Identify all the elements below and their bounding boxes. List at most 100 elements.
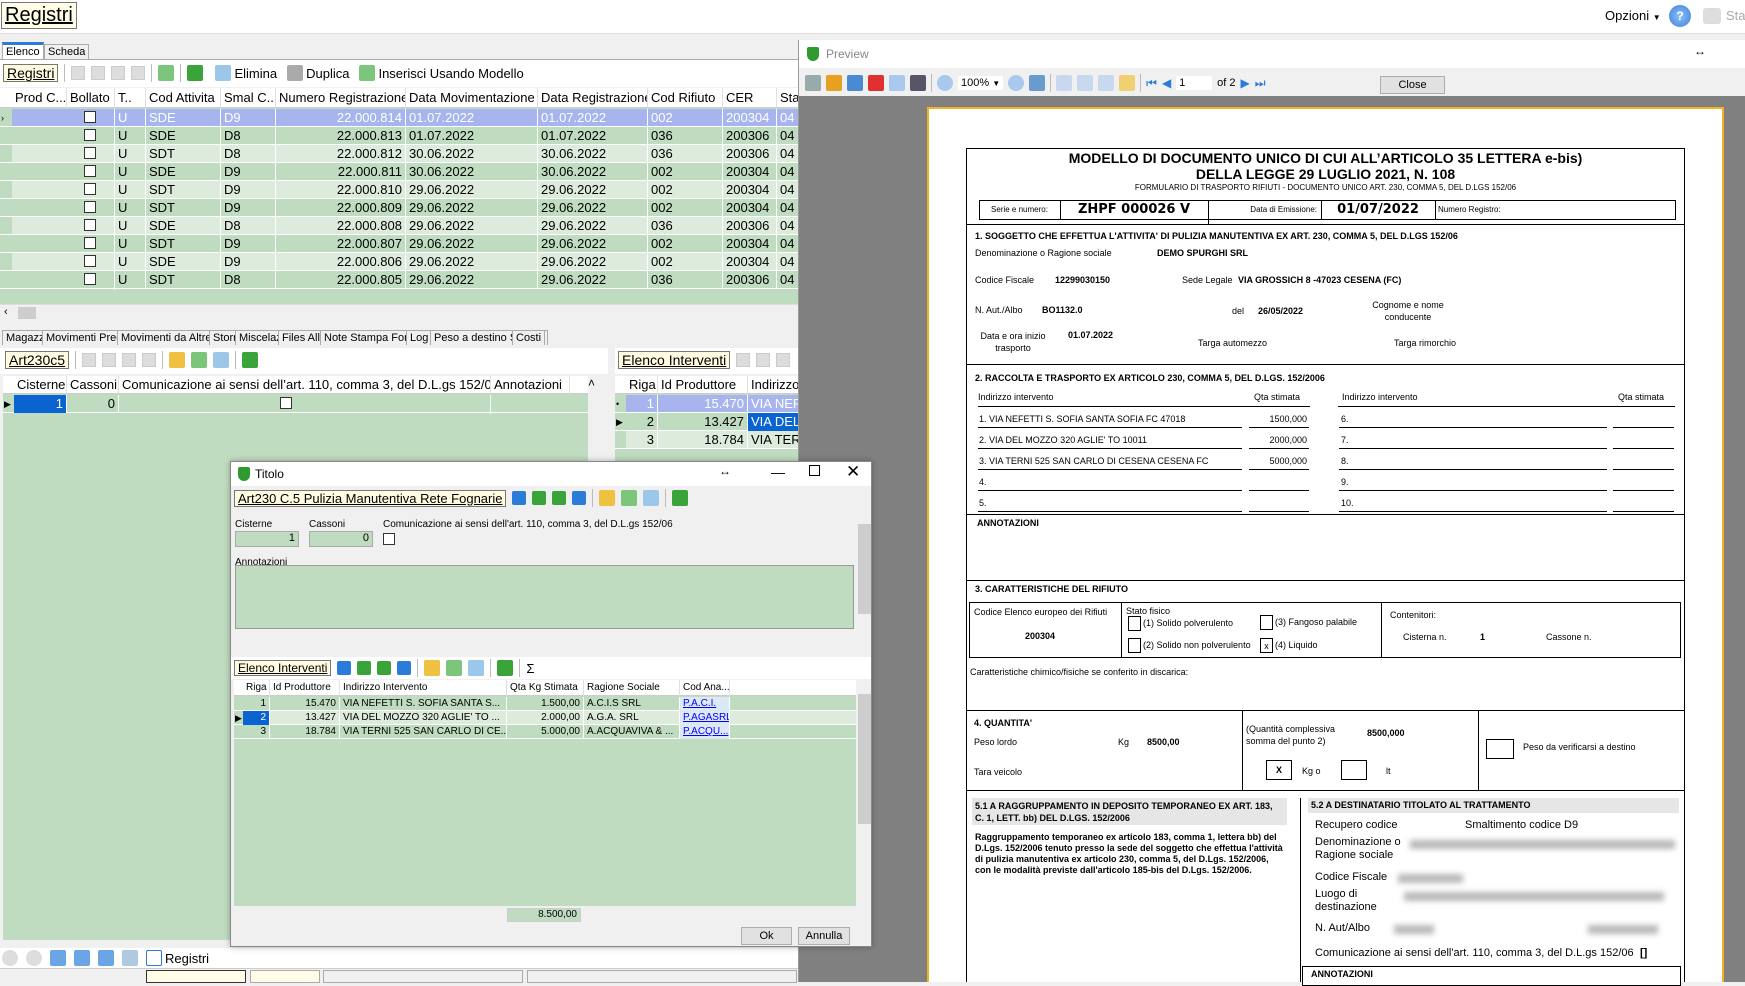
- cassoni-input[interactable]: 0: [309, 531, 373, 547]
- zoom-in-icon[interactable]: [937, 75, 953, 91]
- column-header[interactable]: T..: [115, 88, 146, 108]
- next-record-icon[interactable]: [111, 66, 126, 80]
- add-icon[interactable]: [191, 352, 208, 368]
- art230c5-button[interactable]: Art230c5: [5, 351, 70, 369]
- refresh-icon[interactable]: [672, 490, 689, 506]
- prev-record-icon[interactable]: [532, 491, 547, 505]
- prev-record-icon[interactable]: [91, 66, 106, 80]
- duplicate-button[interactable]: Duplica: [287, 65, 349, 81]
- vertical-scrollbar[interactable]: [858, 510, 871, 630]
- tile-vertical-icon[interactable]: [98, 950, 114, 966]
- first-record-icon[interactable]: [512, 491, 527, 505]
- bollato-checkbox[interactable]: [84, 255, 96, 267]
- table-row[interactable]: U SDT D9 22.000.809 29.06.2022 29.06.2022 002 2…: [0, 199, 798, 218]
- taskbar-window-registri[interactable]: Registri: [146, 950, 209, 966]
- page-input[interactable]: 1: [1176, 76, 1213, 90]
- table-row[interactable]: U SDT D9 22.000.810 29.06.2022 29.06.2022 002 2…: [0, 181, 798, 200]
- add-icon[interactable]: [621, 490, 638, 506]
- column-header[interactable]: Bollato: [67, 88, 115, 108]
- elenco-interventi-button[interactable]: Elenco Interventi: [618, 351, 731, 369]
- column-header[interactable]: Cisterne: [14, 376, 67, 394]
- edit-icon[interactable]: [169, 352, 186, 368]
- find-icon[interactable]: [910, 75, 926, 91]
- column-header[interactable]: Cod Rifiuto: [648, 88, 723, 108]
- bollato-checkbox[interactable]: [84, 201, 96, 213]
- cod-ana-link[interactable]: P.A.C.I.: [680, 697, 730, 711]
- options-menu[interactable]: Opzioni ▼: [1605, 8, 1661, 23]
- table-row[interactable]: U SDE D9 22.000.806 29.06.2022 29.06.2022 002 2…: [0, 253, 798, 272]
- zoom-out-icon[interactable]: [1008, 75, 1025, 91]
- column-header[interactable]: Qta Kg Stimata: [507, 680, 584, 696]
- next-record-icon[interactable]: [122, 353, 137, 367]
- refresh-icon[interactable]: [187, 65, 204, 81]
- first-record-icon[interactable]: [337, 661, 352, 675]
- bollato-checkbox[interactable]: [84, 237, 96, 249]
- column-header[interactable]: Indirizzo: [748, 376, 798, 394]
- resize-icon[interactable]: ↔: [1694, 44, 1706, 58]
- sum-icon[interactable]: Σ: [526, 661, 534, 676]
- last-record-icon[interactable]: [142, 353, 157, 367]
- cod-ana-link[interactable]: P.AGASRL: [680, 711, 730, 725]
- scroll-left-icon[interactable]: ‹: [4, 306, 8, 318]
- forward-icon[interactable]: [26, 950, 42, 966]
- close-button[interactable]: ✕: [846, 462, 860, 482]
- prev-record-icon[interactable]: [756, 353, 771, 367]
- table-row[interactable]: U SDE D9 22.000.814 01.07.2022 01.07.2022 002 2…: [0, 109, 798, 128]
- table-row[interactable]: U SDT D8 22.000.805 29.06.2022 29.06.2022 036 2…: [0, 271, 798, 290]
- column-header[interactable]: Cod Attivita: [146, 88, 221, 108]
- pdf-icon[interactable]: [868, 75, 884, 91]
- add-icon[interactable]: [158, 65, 175, 81]
- next-page-icon[interactable]: ▶: [1241, 76, 1250, 90]
- add-icon[interactable]: [446, 660, 463, 676]
- refresh-icon[interactable]: [242, 352, 259, 368]
- first-record-icon[interactable]: [71, 66, 86, 80]
- two-pages-icon[interactable]: [1077, 75, 1094, 91]
- column-header[interactable]: Cod Ana...: [680, 680, 730, 696]
- record-title-button[interactable]: Art230 C.5 Pulizia Manutentiva Rete Fogn…: [234, 489, 507, 507]
- tab-elenco[interactable]: Elenco: [2, 42, 44, 59]
- annotazioni-textarea[interactable]: [235, 565, 854, 629]
- first-record-icon[interactable]: [82, 353, 97, 367]
- table-row[interactable]: 3 18.784 VIA TERNI 525 SAN CARLO DI CE... 5…: [234, 725, 856, 739]
- column-header[interactable]: Sta: [777, 88, 798, 108]
- cod-ana-link[interactable]: P.ACQU...: [680, 725, 730, 739]
- column-header[interactable]: Comunicazione ai sensi dell’art. 110, co…: [119, 376, 491, 394]
- zoom-select[interactable]: 100% ▼: [958, 76, 1004, 90]
- delete-icon[interactable]: [213, 352, 230, 368]
- resize-icon[interactable]: ↔: [719, 464, 731, 478]
- single-page-icon[interactable]: [1056, 75, 1073, 91]
- prev-page-icon[interactable]: ◀: [1162, 76, 1171, 90]
- table-row[interactable]: U SDT D8 22.000.812 30.06.2022 30.06.2022 036 2…: [0, 145, 798, 164]
- column-header[interactable]: Numero Registrazione: [276, 88, 406, 108]
- maximize-button[interactable]: [809, 465, 820, 476]
- cancel-button[interactable]: Annulla: [798, 927, 850, 945]
- vertical-scrollbar[interactable]: [858, 680, 871, 906]
- next-record-icon[interactable]: [377, 661, 392, 675]
- table-row[interactable]: 1 15.470 VIA NEFETTI S. SOFIA SANTA S... 1.…: [234, 697, 856, 711]
- edit-page-icon[interactable]: [1119, 75, 1136, 91]
- bollato-checkbox[interactable]: [84, 165, 96, 177]
- table-row[interactable]: 2 13.427 VIA DEL ▶: [615, 413, 798, 431]
- email-icon[interactable]: [889, 75, 905, 91]
- first-page-icon[interactable]: ⏮: [1146, 76, 1157, 91]
- registri-button[interactable]: Registri: [3, 64, 59, 82]
- table-row[interactable]: U SDE D9 22.000.811 30.06.2022 30.06.2022 002 2…: [0, 163, 798, 182]
- back-icon[interactable]: [2, 950, 18, 966]
- cisterne-input[interactable]: 1: [235, 531, 299, 547]
- comunicazione-checkbox[interactable]: [280, 397, 292, 409]
- refresh-icon[interactable]: [497, 660, 514, 676]
- bollato-checkbox[interactable]: [84, 219, 96, 231]
- help-icon[interactable]: ?: [1669, 5, 1691, 27]
- tab-detail[interactable]: Log: [406, 330, 433, 345]
- tab-detail[interactable]: Costi: [512, 330, 546, 345]
- minimize-button[interactable]: —: [771, 464, 785, 480]
- prev-record-icon[interactable]: [357, 661, 372, 675]
- column-header[interactable]: Prod C...: [12, 88, 67, 108]
- column-header[interactable]: Ragione Sociale: [584, 680, 680, 696]
- fit-page-icon[interactable]: [1029, 75, 1046, 91]
- table-row[interactable]: 1 15.470 VIA NEF •: [615, 395, 798, 413]
- printer-icon[interactable]: [1703, 8, 1721, 24]
- delete-button[interactable]: Elimina: [215, 65, 277, 81]
- column-header[interactable]: Id Produttore: [270, 680, 340, 696]
- page-setup-icon[interactable]: [1098, 75, 1115, 91]
